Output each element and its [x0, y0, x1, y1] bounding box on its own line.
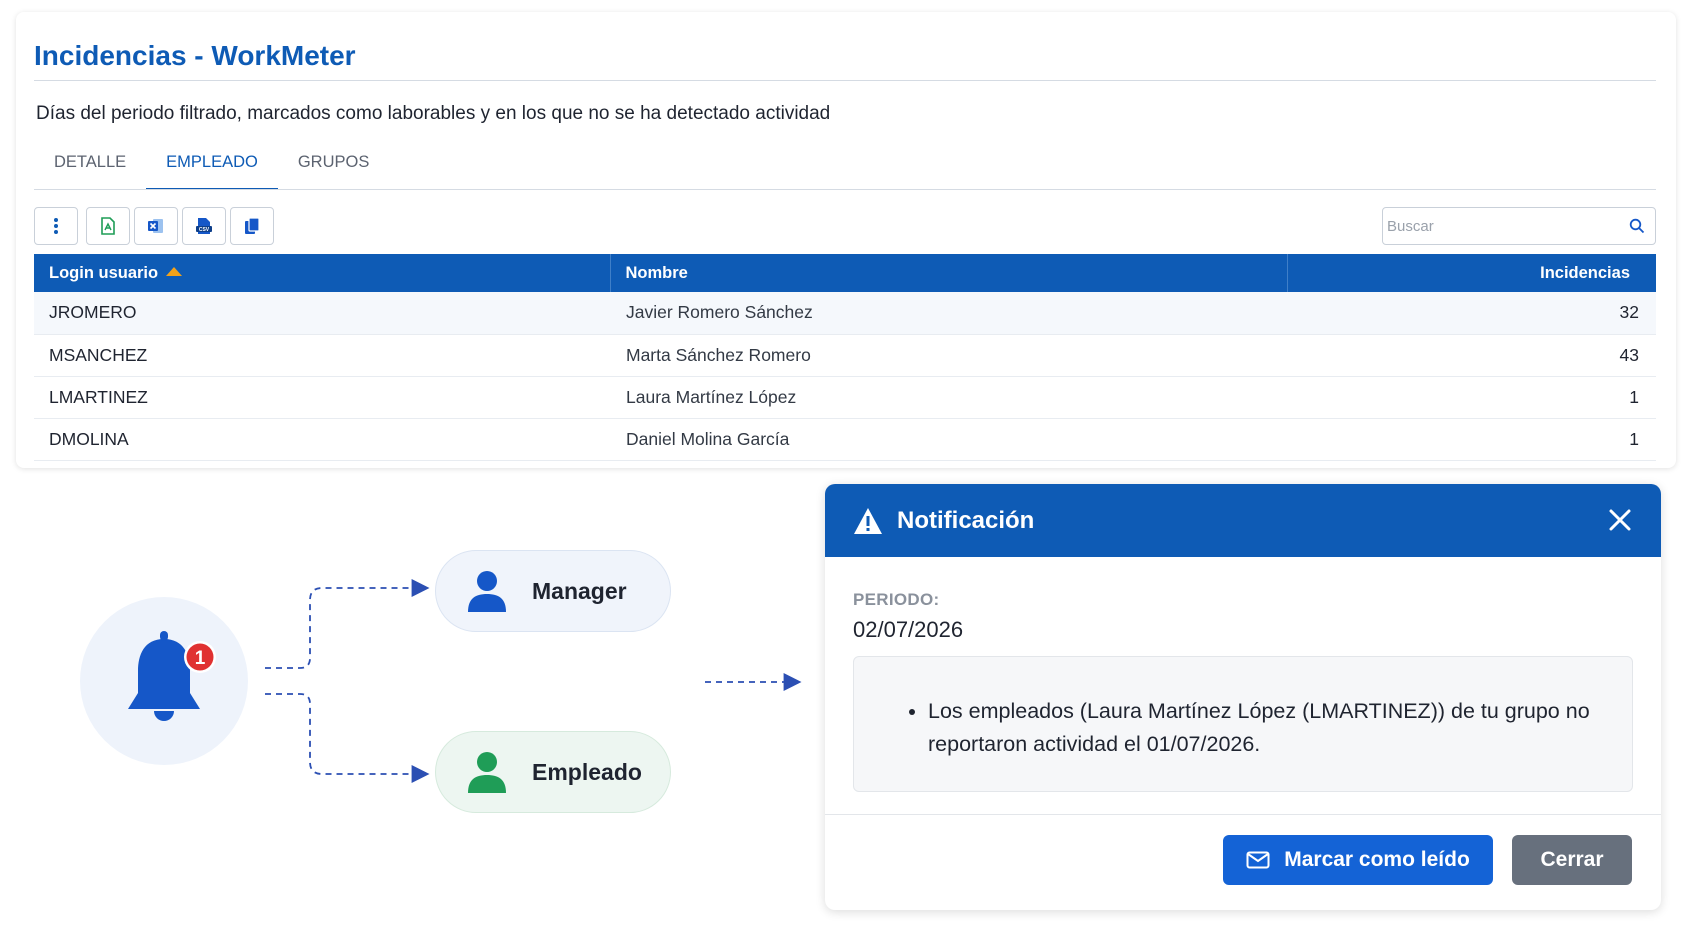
notification-message: Los empleados (Laura Martínez López (LMA…	[928, 695, 1612, 761]
close-icon[interactable]	[1607, 507, 1633, 538]
notification-count-badge: 1	[195, 648, 206, 669]
bell-icon: 1	[128, 631, 216, 721]
employee-user-icon	[468, 752, 506, 793]
connector-to-manager	[265, 579, 430, 669]
message-box: Los empleados (Laura Martínez López (LMA…	[853, 656, 1633, 792]
dialog-footer-divider	[825, 814, 1661, 815]
recipient-manager-label: Manager	[532, 577, 627, 604]
column-header-incidencias[interactable]: Incidencias	[1287, 254, 1656, 292]
recipient-empleado-label: Empleado	[532, 758, 642, 785]
search-input[interactable]	[1383, 208, 1603, 244]
periodo-value: 02/07/2026	[853, 617, 964, 642]
cell-incidencias: 1	[1287, 418, 1656, 461]
close-button[interactable]: Cerrar	[1512, 835, 1632, 885]
warning-icon	[854, 507, 882, 534]
dialog-header: Notificación	[825, 484, 1661, 557]
periodo-label: PERIODO:	[853, 590, 940, 609]
cell-incidencias: 32	[1287, 292, 1656, 335]
manager-user-icon	[468, 571, 506, 612]
envelope-icon	[1246, 851, 1270, 869]
notification-dialog: Notificación PERIODO: 02/07/2026 Los emp…	[825, 484, 1661, 910]
cell-incidencias: 1	[1287, 376, 1656, 419]
connector-to-empleado	[265, 693, 430, 783]
dialog-title: Notificación	[897, 506, 1035, 534]
recipient-manager: Manager	[435, 550, 671, 632]
cell-incidencias: 43	[1287, 334, 1656, 377]
notification-bell: 1	[80, 597, 248, 765]
mark-as-read-button[interactable]: Marcar como leído	[1223, 835, 1493, 885]
search-box	[1382, 207, 1656, 245]
recipient-empleado: Empleado	[435, 731, 671, 813]
flow-connectors	[265, 579, 802, 783]
search-icon[interactable]	[1629, 218, 1645, 239]
mark-as-read-label: Marcar como leído	[1284, 848, 1470, 871]
